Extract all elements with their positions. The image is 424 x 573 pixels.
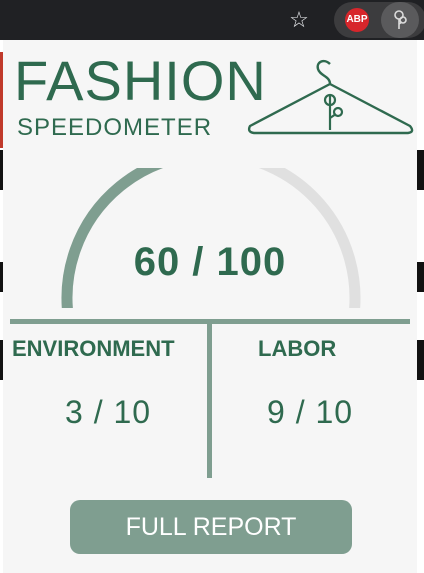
- fashion-speedometer-logo: FASHION SPEEDOMETER: [14, 52, 414, 142]
- environment-label: ENVIRONMENT: [12, 336, 175, 361]
- fashion-speedometer-extension-button[interactable]: [381, 2, 419, 38]
- page-bg-fragment: [416, 340, 424, 380]
- page-bg-fragment: [416, 262, 424, 292]
- labor-score: 9 / 10: [267, 394, 354, 430]
- browser-toolbar: ☆ ABP: [0, 0, 424, 40]
- extension-popup: FASHION SPEEDOMETER 60 / 100 ENVIRONMENT…: [3, 40, 417, 573]
- star-outline-icon[interactable]: ☆: [287, 8, 311, 32]
- page-bg-fragment: [416, 150, 424, 190]
- labor-label: LABOR: [258, 336, 337, 361]
- hanger-leaf-icon: [394, 10, 407, 29]
- logo-subtitle: SPEEDOMETER: [17, 114, 213, 141]
- overall-score: 60 / 100: [133, 240, 287, 284]
- logo-title: FASHION: [14, 49, 267, 112]
- full-report-button[interactable]: FULL REPORT: [70, 500, 352, 554]
- adblock-plus-extension-icon[interactable]: ABP: [345, 8, 369, 32]
- environment-score: 3 / 10: [65, 394, 152, 430]
- divider-vertical: [207, 319, 212, 478]
- gauge-fill: [61, 168, 164, 308]
- hanger-icon: [247, 59, 414, 135]
- score-gauge: [61, 168, 361, 308]
